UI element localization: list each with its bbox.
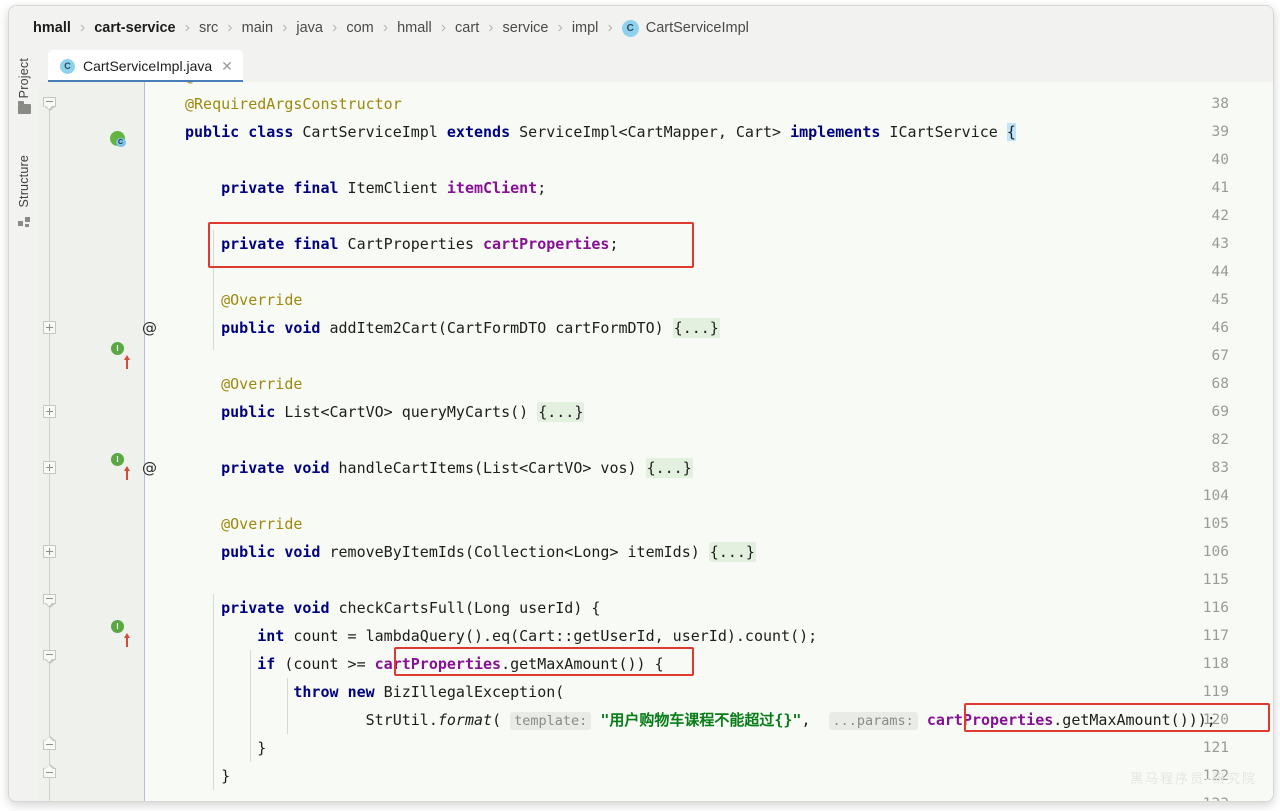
breadcrumb-separator-icon: › xyxy=(79,19,86,36)
folded-code-placeholder[interactable]: {...} xyxy=(537,402,585,422)
breadcrumb-item-cartserviceimpl[interactable]: C CartServiceImpl xyxy=(621,19,749,37)
code-line-38: @RequiredArgsConstructor xyxy=(185,90,402,118)
blocks-icon xyxy=(18,214,30,227)
override-arrow-icon[interactable] xyxy=(123,355,131,369)
string-literal: "用户购物车课程不能超过{}" xyxy=(600,711,802,729)
breadcrumb-label: impl xyxy=(571,20,599,36)
breadcrumb-label: CartServiceImpl xyxy=(645,20,749,36)
code-line-39: public class CartServiceImpl extends Ser… xyxy=(185,123,1016,141)
fold-region-open-icon[interactable] xyxy=(43,594,57,608)
sidebar-item-project[interactable]: Project xyxy=(9,58,39,115)
sidebar-item-structure[interactable]: Structure xyxy=(9,155,39,227)
implementing-method-icon[interactable]: I xyxy=(111,620,124,633)
editor-tab-strip: C CartServiceImpl.java ✕ xyxy=(39,50,1273,82)
ide-window: hmall › cart-service › src › main › java… xyxy=(8,5,1274,802)
breadcrumb-separator-icon: › xyxy=(557,19,563,36)
code-line-46: public void addItem2Cart(CartFormDTO car… xyxy=(221,318,720,338)
breadcrumb-label: cart xyxy=(455,20,480,36)
fold-region-line xyxy=(49,104,50,801)
sidebar-item-label: Project xyxy=(17,58,31,99)
annotation-marker-icon[interactable]: @ xyxy=(142,314,157,342)
code-line-83: private void handleCartItems(List<CartVO… xyxy=(221,458,693,478)
code-line-68: @Override xyxy=(185,375,303,393)
code-line-106: public void removeByItemIds(Collection<L… xyxy=(221,542,756,562)
breadcrumb-label: java xyxy=(296,20,323,36)
class-implemented-icon[interactable]: C xyxy=(110,131,126,147)
left-tool-window-bar: Project Structure xyxy=(9,50,40,801)
max-amount-call-highlight xyxy=(394,647,694,676)
annotation-marker-icon[interactable]: @ xyxy=(142,454,157,482)
breadcrumb-label: com xyxy=(346,20,374,36)
fold-region-end-icon[interactable] xyxy=(43,735,57,750)
implementing-method-icon[interactable]: I xyxy=(111,342,124,355)
code-line-37: @Service xyxy=(185,82,257,90)
override-arrow-icon[interactable] xyxy=(123,633,131,647)
breadcrumb-separator-icon: › xyxy=(440,19,447,36)
code-line-116: private void checkCartsFull(Long userId)… xyxy=(221,599,601,617)
fold-expand-icon[interactable] xyxy=(43,545,57,559)
tab-cartserviceimpl-java[interactable]: C CartServiceImpl.java ✕ xyxy=(48,50,243,82)
code-text-area[interactable]: @Service @RequiredArgsConstructor public… xyxy=(169,82,1273,801)
code-line-122: } xyxy=(185,767,231,785)
code-line-121: } xyxy=(185,739,267,757)
breadcrumb-item-com[interactable]: com xyxy=(346,20,373,36)
class-icon: C xyxy=(621,19,639,37)
editor-gutter[interactable] xyxy=(39,82,144,801)
inlay-hint-params: ...params: xyxy=(828,712,918,730)
breadcrumb-item-java[interactable]: java xyxy=(296,20,323,36)
breadcrumb-separator-icon: › xyxy=(184,19,190,36)
fold-region-open-icon[interactable] xyxy=(43,97,57,111)
breadcrumb-item-cart-service[interactable]: cart-service xyxy=(94,20,175,36)
breadcrumb-item-cart[interactable]: cart xyxy=(455,20,479,36)
close-icon[interactable]: ✕ xyxy=(221,59,233,73)
breadcrumb-separator-icon: › xyxy=(282,19,288,36)
folded-code-placeholder[interactable]: {...} xyxy=(645,458,693,478)
fold-region-end-icon[interactable] xyxy=(43,763,57,778)
fold-expand-icon[interactable] xyxy=(43,405,57,419)
override-arrow-icon[interactable] xyxy=(123,466,131,480)
tab-label: CartServiceImpl.java xyxy=(83,58,213,74)
code-editor[interactable]: 37 38 39 40 41 42 43 44 45 46 67 68 69 8… xyxy=(39,82,1273,801)
folded-code-placeholder[interactable]: {...} xyxy=(672,318,720,338)
breadcrumb-item-impl[interactable]: impl xyxy=(572,20,599,36)
fold-gutter[interactable] xyxy=(145,82,169,801)
annotation-text: @RequiredArgsConstructor xyxy=(185,95,402,113)
breadcrumb-separator-icon: › xyxy=(607,19,613,36)
fold-expand-icon[interactable] xyxy=(43,461,57,475)
breadcrumb-label: hmall xyxy=(33,20,71,36)
code-line-105: @Override xyxy=(185,515,303,533)
java-class-icon: C xyxy=(60,58,75,74)
breadcrumb-separator-icon: › xyxy=(488,19,494,36)
breadcrumb: hmall › cart-service › src › main › java… xyxy=(9,6,1273,50)
breadcrumb-separator-icon: › xyxy=(332,19,338,36)
breadcrumb-separator-icon: › xyxy=(382,19,389,36)
breadcrumb-item-hmall[interactable]: hmall xyxy=(33,20,71,36)
fold-expand-icon[interactable] xyxy=(43,321,57,335)
code-line-69: public List<CartVO> queryMyCarts() {...} xyxy=(221,402,585,422)
breadcrumb-item-service[interactable]: service xyxy=(503,20,549,36)
implementing-method-icon[interactable]: I xyxy=(111,453,124,466)
folder-icon xyxy=(17,101,31,115)
field-declaration-highlight xyxy=(208,222,694,268)
code-line-41: private final ItemClient itemClient; xyxy=(221,179,547,197)
breadcrumb-separator-icon: › xyxy=(227,19,233,36)
breadcrumb-label: service xyxy=(502,20,549,36)
matched-brace-highlight: { xyxy=(1006,123,1016,141)
fold-region-open-icon[interactable] xyxy=(43,650,57,664)
breadcrumb-label: hmall xyxy=(397,20,432,36)
code-line-45: @Override xyxy=(185,291,303,309)
breadcrumb-label: main xyxy=(241,20,274,36)
code-line-119: throw new BizIllegalException( xyxy=(293,683,565,701)
breadcrumb-label: src xyxy=(198,20,219,36)
breadcrumb-item-main[interactable]: main xyxy=(242,20,273,36)
sidebar-item-label: Structure xyxy=(17,155,31,208)
inlay-hint-template: template: xyxy=(510,712,592,730)
code-line-117: int count = lambdaQuery().eq(Cart::getUs… xyxy=(257,627,818,645)
breadcrumb-item-hmall-pkg[interactable]: hmall xyxy=(397,20,432,36)
max-amount-param-highlight xyxy=(964,703,1270,732)
watermark-text: 黑马程序员-研究院 xyxy=(1130,772,1257,787)
folded-code-placeholder[interactable]: {...} xyxy=(708,542,756,562)
breadcrumb-item-src[interactable]: src xyxy=(199,20,218,36)
breadcrumb-label: cart-service xyxy=(94,20,176,36)
